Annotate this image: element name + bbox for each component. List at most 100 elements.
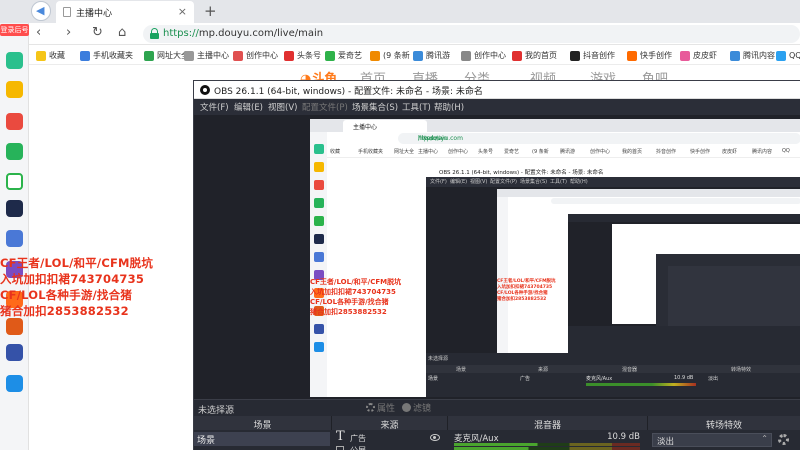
menu-file[interactable]: 文件(F) xyxy=(200,101,229,113)
nested-tab-strip: 主播中心 xyxy=(310,119,800,132)
bookmark-item[interactable]: QQ xyxy=(776,49,800,62)
bookmark-item[interactable]: 创作中心 xyxy=(461,49,506,62)
reload-button[interactable]: ↻ xyxy=(92,25,103,40)
bookmark-item[interactable]: 腾讯内容 xyxy=(730,49,775,62)
bookmark-favicon-icon xyxy=(325,50,335,61)
nested-bookmarks: 收藏 手机收藏夹 网址大全 主播中心 创作中心 头条号 爱奇艺 (9 条新 腾讯游 创作中心 我的首… xyxy=(310,146,800,158)
nested-address-row: https://mp.douyu.com/live/main xyxy=(310,132,800,146)
lock-icon xyxy=(150,28,159,39)
back-button[interactable]: ‹ xyxy=(36,25,41,40)
menu-view[interactable]: 视图(V) xyxy=(268,101,297,113)
sources-dock-header: 来源 xyxy=(332,416,448,431)
sidebar-star-icon[interactable] xyxy=(6,81,23,98)
bookmarks-bar: 收藏 手机收藏夹 网址大全 主播中心 创作中心 头条号 爱奇艺 (9 条新 腾讯游 创作中心 我的首… xyxy=(0,45,800,65)
source-name: 公屏 xyxy=(350,445,366,450)
sidebar-app5-icon[interactable] xyxy=(6,344,23,361)
filters-button[interactable]: 滤镜 xyxy=(402,401,431,414)
source-list-item[interactable]: 公屏 xyxy=(334,445,448,450)
sidebar-mail-icon[interactable] xyxy=(6,143,23,160)
screen: ◀ 主播中心 × + ‹ › ↻ ⌂ https://mp.douyu.com/… xyxy=(0,0,800,450)
bookmark-favicon-icon xyxy=(36,50,46,61)
bookmark-favicon-icon xyxy=(680,50,690,61)
bookmark-favicon-icon xyxy=(233,50,243,61)
bookmark-item[interactable]: 收藏 xyxy=(36,49,65,62)
bookmark-item[interactable]: 皮皮虾 xyxy=(680,49,717,62)
bookmark-label: (9 条新 xyxy=(383,51,410,60)
bookmark-item[interactable]: 腾讯游 xyxy=(413,49,450,62)
sidebar-weibo-icon[interactable] xyxy=(6,113,23,130)
bookmark-item[interactable]: 手机收藏夹 xyxy=(80,49,133,62)
filter-icon xyxy=(402,403,411,412)
obs-docks: 场景 来源 混音器 转场特效 场景 T 广告 公屏 麦克风/Aux 10.9 d… xyxy=(194,416,800,450)
bookmark-item[interactable]: 抖音创作 xyxy=(570,49,615,62)
browser-tab-strip: ◀ 主播中心 × + xyxy=(0,0,800,23)
nested-bookmark-label: 腾讯游 xyxy=(560,149,576,155)
bookmark-favicon-icon xyxy=(413,50,423,61)
bookmark-label: 皮皮虾 xyxy=(693,51,717,60)
bookmark-item[interactable]: 快手创作 xyxy=(627,49,672,62)
nested-capture: 主播中心 https://mp.douyu.com/live/main 收藏 手机… xyxy=(310,119,800,397)
nested-tab: 主播中心 xyxy=(343,120,427,132)
sidebar-doc-icon[interactable] xyxy=(6,230,23,247)
tab-title: 主播中心 xyxy=(76,9,113,19)
overlay-line: 猪合加扣2853882532 xyxy=(0,304,129,318)
forward-button[interactable]: › xyxy=(66,25,71,40)
transition-select[interactable]: 淡出 ⌃ xyxy=(652,433,772,447)
obs-preview[interactable]: 主播中心 https://mp.douyu.com/live/main 收藏 手机… xyxy=(194,115,800,399)
url-field[interactable]: https://mp.douyu.com/live/main xyxy=(143,25,800,43)
sidebar-cloud-icon[interactable] xyxy=(6,173,23,190)
home-button[interactable]: ⌂ xyxy=(118,25,126,40)
bookmark-label: 收藏 xyxy=(49,51,65,60)
bookmark-label: 头条号 xyxy=(297,51,321,60)
nested-bookmark-label: 抖音创作 xyxy=(656,149,677,155)
obs-title-bar: OBS 26.1.1 (64-bit, windows) - 配置文件: 未命名… xyxy=(194,81,800,99)
nested-bookmark-label: 收藏 xyxy=(330,149,341,155)
obs-window-title: OBS 26.1.1 (64-bit, windows) - 配置文件: 未命名… xyxy=(214,87,483,97)
bookmark-item[interactable]: 创作中心 xyxy=(233,49,278,62)
mixer-channel-mic: 麦克风/Aux 10.9 dB xyxy=(450,431,646,450)
new-tab-button[interactable]: + xyxy=(204,2,217,20)
tab-close-icon[interactable]: × xyxy=(178,5,187,18)
sidebar-app-icon[interactable] xyxy=(6,52,23,69)
bookmark-item[interactable]: 我的首页 xyxy=(512,49,557,62)
obs-logo-icon xyxy=(200,85,210,95)
menu-scene-collection[interactable]: 场景集合(S) xyxy=(352,101,398,113)
menu-profile[interactable]: 配置文件(P) xyxy=(302,101,348,113)
browser-home-tab-icon[interactable]: ◀ xyxy=(31,1,51,21)
address-row: ‹ › ↻ ⌂ https://mp.douyu.com/live/main xyxy=(0,23,800,45)
bookmark-favicon-icon xyxy=(370,50,380,61)
bookmark-label: 腾讯游 xyxy=(426,51,450,60)
transition-controls: 淡出 ⌃ xyxy=(648,431,800,450)
menu-tools[interactable]: 工具(T) xyxy=(402,101,431,113)
login-badge[interactable]: 登录后号 xyxy=(0,24,29,36)
sidebar-app6-icon[interactable] xyxy=(6,375,23,392)
bookmark-favicon-icon xyxy=(80,50,90,61)
nested-rail xyxy=(310,132,327,397)
nested-url: https://mp.douyu.com/live/main xyxy=(398,133,800,144)
scene-list-item[interactable]: 场景 xyxy=(194,432,330,446)
bookmark-item[interactable]: 网址大全 xyxy=(144,49,189,62)
browser-tab-anchor-center[interactable]: 主播中心 × xyxy=(56,1,194,23)
menu-help[interactable]: 帮助(H) xyxy=(434,101,464,113)
source-list-item[interactable]: T 广告 xyxy=(334,429,448,445)
nested-bookmark-label: QQ xyxy=(782,148,790,154)
nested-obs-window: OBS 26.1.1 (64-bit, windows) - 配置文件: 未命名… xyxy=(426,166,800,397)
source-name: 广告 xyxy=(350,434,366,443)
sidebar-game-icon[interactable] xyxy=(6,200,23,217)
overlay-line: CF/LOL各种手游/找合猪 xyxy=(0,288,133,302)
nested-bookmark-label: 创作中心 xyxy=(448,149,469,155)
eye-icon[interactable] xyxy=(430,434,440,441)
menu-edit[interactable]: 编辑(E) xyxy=(234,101,263,113)
overlay-line: 入坑加扣扣裙743704735 xyxy=(0,272,145,286)
properties-button[interactable]: 属性 xyxy=(366,401,395,414)
bookmark-item[interactable]: 头条号 xyxy=(284,49,321,62)
sidebar-app4-icon[interactable] xyxy=(6,318,23,335)
text-source-icon: T xyxy=(336,429,345,444)
bookmark-item[interactable]: (9 条新 xyxy=(370,49,410,62)
nested-bookmark-label: 皮皮虾 xyxy=(722,149,738,155)
bookmark-label: 抖音创作 xyxy=(583,51,615,60)
bookmark-item[interactable]: 爱奇艺 xyxy=(325,49,362,62)
bookmark-item[interactable]: 主播中心 xyxy=(184,49,229,62)
bookmark-favicon-icon xyxy=(284,50,294,61)
transition-settings-gear-icon[interactable] xyxy=(778,434,789,445)
